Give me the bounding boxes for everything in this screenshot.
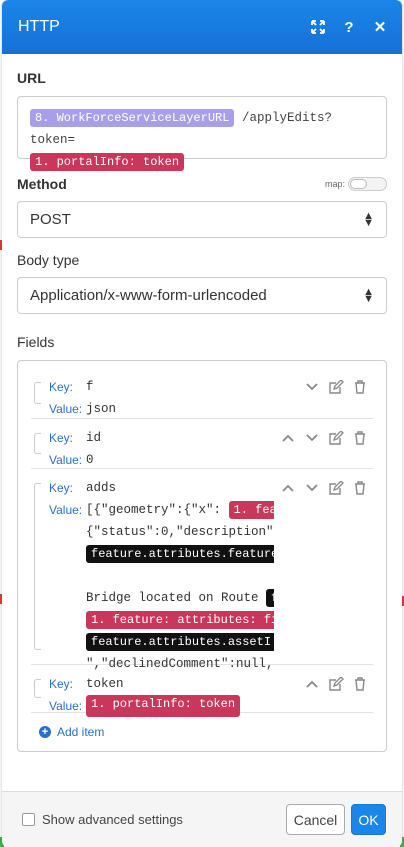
expand-icon[interactable]: [308, 17, 328, 37]
adds-pill[interactable]: fe: [266, 589, 274, 607]
advanced-settings-checkbox[interactable]: [22, 813, 35, 826]
key-label: Key:: [49, 481, 74, 495]
value-label: Value:: [49, 402, 83, 416]
help-icon[interactable]: ?: [339, 17, 359, 37]
trash-icon[interactable]: [351, 429, 369, 447]
value-label: Value:: [49, 503, 83, 517]
chevron-down-icon[interactable]: [303, 378, 321, 396]
dialog-header: HTTP ? ✕: [2, 0, 402, 54]
fields-list: Key: f Value: json Key: id Value: 0 Key:…: [17, 360, 387, 752]
adds-value[interactable]: [{"geometry":{"x": 1. featu {"status":0,…: [86, 499, 274, 675]
adds-line-text: [{"geometry":{"x":: [86, 503, 222, 517]
token-value-pill[interactable]: 1. portalInfo: token: [86, 695, 241, 717]
adds-pill[interactable]: feature.attributes.assetI: [86, 633, 274, 651]
edit-icon[interactable]: [327, 378, 345, 396]
value-value[interactable]: json: [86, 398, 116, 420]
select-caret-icon: ▲ ▼: [363, 209, 374, 229]
chevron-down-icon[interactable]: [303, 429, 321, 447]
key-label: Key:: [49, 380, 74, 394]
close-icon[interactable]: ✕: [370, 17, 390, 37]
method-select[interactable]: POST ▲ ▼: [17, 201, 387, 238]
dialog-title: HTTP: [18, 18, 60, 35]
key-value[interactable]: token: [86, 673, 124, 695]
key-label: Key:: [49, 677, 74, 691]
chevron-up-icon[interactable]: [279, 479, 297, 497]
key-value[interactable]: adds: [86, 477, 116, 499]
fields-label: Fields: [17, 334, 55, 350]
field-item-id: Key: id Value: 0: [31, 419, 373, 469]
body-type-label: Body type: [17, 252, 80, 268]
value-label: Value:: [49, 453, 83, 467]
adds-pill[interactable]: 1. feature: attributes: fi: [86, 611, 274, 629]
adds-line-text: {"status":0,"description":": [86, 525, 274, 539]
method-label: Method: [17, 176, 67, 192]
plus-circle-icon: +: [39, 726, 51, 738]
edit-icon[interactable]: [327, 675, 345, 693]
map-toggle-label: map:: [324, 179, 345, 189]
key-label: Key:: [49, 431, 74, 445]
body-type-value: Application/x-www-form-urlencoded: [30, 287, 267, 304]
key-value[interactable]: f: [86, 376, 94, 398]
trash-icon[interactable]: [351, 479, 369, 497]
field-item-adds: Key: adds Value: [{"geometry":{"x": 1. fe…: [31, 469, 373, 671]
field-item-token: Key: token Value: 1. portalInfo: token: [31, 665, 373, 717]
body-type-select[interactable]: Application/x-www-form-urlencoded ▲ ▼: [17, 277, 387, 314]
key-value[interactable]: id: [86, 427, 101, 449]
chevron-down-icon[interactable]: [303, 479, 321, 497]
adds-pill[interactable]: 1. featu: [228, 501, 274, 519]
add-item-label: Add item: [57, 725, 105, 739]
ok-button[interactable]: OK: [351, 804, 386, 835]
chevron-up-icon[interactable]: [303, 675, 321, 693]
trash-icon[interactable]: [351, 675, 369, 693]
method-value: POST: [30, 211, 71, 228]
select-caret-icon: ▲ ▼: [363, 285, 374, 305]
trash-icon[interactable]: [351, 378, 369, 396]
map-switch[interactable]: [348, 177, 387, 191]
cancel-button[interactable]: Cancel: [286, 804, 345, 835]
http-module-dialog: HTTP ? ✕ URL 8. WorkForceServiceLayerURL…: [2, 0, 402, 847]
url-variable-pill[interactable]: 8. WorkForceServiceLayerURL: [30, 109, 235, 127]
url-input[interactable]: 8. WorkForceServiceLayerURL /applyEdits?…: [17, 96, 387, 171]
dialog-footer: Show advanced settings Cancel OK: [2, 791, 402, 847]
map-toggle[interactable]: map:: [325, 177, 387, 191]
adds-pill[interactable]: feature.attributes.feature: [86, 545, 274, 563]
advanced-settings-label[interactable]: Show advanced settings: [42, 812, 286, 827]
url-token-pill[interactable]: 1. portalInfo: token: [30, 153, 185, 171]
field-item-f: Key: f Value: json: [31, 368, 373, 419]
value-value[interactable]: 0: [86, 449, 94, 471]
edit-icon[interactable]: [327, 479, 345, 497]
adds-line-text: Bridge located on Route: [86, 591, 267, 605]
url-label: URL: [17, 70, 46, 86]
chevron-up-icon[interactable]: [279, 429, 297, 447]
edit-icon[interactable]: [327, 429, 345, 447]
add-item-button[interactable]: + Add item: [39, 725, 373, 739]
value-label: Value:: [49, 699, 83, 713]
